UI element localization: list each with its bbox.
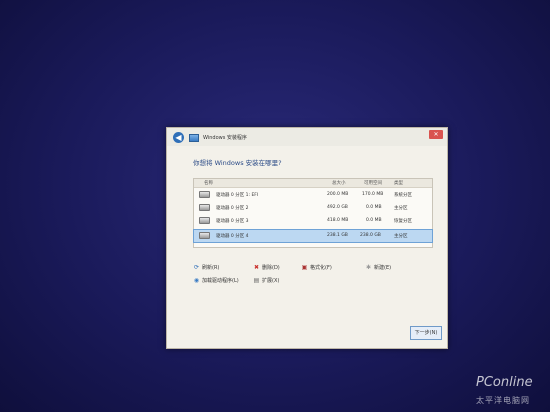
- new-label: 新建(E): [374, 265, 392, 271]
- partition-type: 恢复分区: [394, 219, 412, 224]
- hard-disk-icon: [199, 217, 210, 224]
- windows-setup-icon: [189, 134, 199, 142]
- column-type: 类型: [394, 181, 403, 186]
- partition-name: 驱动器 0 分区 3: [216, 219, 249, 224]
- back-button[interactable]: ◀: [173, 132, 184, 143]
- partition-free: 170.0 MB: [362, 192, 384, 197]
- partition-total: 492.0 GB: [327, 205, 348, 210]
- watermark-subtitle: 太平洋电脑网: [476, 396, 530, 405]
- table-header: 名称 总大小 可用空间 类型: [194, 179, 432, 188]
- format-label: 格式化(F): [310, 265, 332, 271]
- partition-name: 驱动器 0 分区 4: [216, 234, 249, 239]
- refresh-button[interactable]: ⟳ 刷新(R): [193, 264, 219, 271]
- load-driver-label: 加载驱动程序(L): [202, 278, 239, 284]
- delete-icon: ✖: [253, 264, 260, 271]
- page-heading: 你想将 Windows 安装在哪里?: [193, 159, 282, 167]
- load-driver-icon: ◉: [193, 277, 200, 284]
- delete-label: 删除(D): [262, 265, 280, 271]
- format-button[interactable]: ▣ 格式化(F): [301, 264, 332, 271]
- partition-total: 200.0 MB: [327, 192, 349, 197]
- column-name: 名称: [204, 181, 213, 186]
- title-bar: ◀ Windows 安装程序 ✕: [167, 128, 447, 146]
- table-row[interactable]: 驱动器 0 分区 1: EFI 200.0 MB 170.0 MB 系统分区: [194, 189, 432, 201]
- partition-free: 0.0 MB: [366, 218, 382, 223]
- hard-disk-icon: [199, 232, 210, 239]
- watermark-logo: PConline: [476, 375, 533, 390]
- partition-table: 名称 总大小 可用空间 类型 驱动器 0 分区 1: EFI 200.0 MB …: [193, 178, 433, 248]
- extend-label: 扩展(X): [262, 278, 280, 284]
- table-row-selected[interactable]: 驱动器 0 分区 4 238.1 GB 238.0 GB 主分区: [193, 229, 433, 243]
- table-row[interactable]: 驱动器 0 分区 3 418.0 MB 0.0 MB 恢复分区: [194, 215, 432, 227]
- column-free: 可用空间: [364, 181, 382, 186]
- table-row[interactable]: 驱动器 0 分区 2 492.0 GB 0.0 MB 主分区: [194, 202, 432, 214]
- extend-button[interactable]: ▤ 扩展(X): [253, 277, 280, 284]
- partition-total: 238.1 GB: [327, 233, 348, 238]
- partition-name: 驱动器 0 分区 2: [216, 206, 249, 211]
- watermark: PConline 太平洋电脑网: [470, 375, 546, 409]
- refresh-label: 刷新(R): [202, 265, 220, 271]
- partition-type: 主分区: [394, 206, 408, 211]
- load-driver-button[interactable]: ◉ 加载驱动程序(L): [193, 277, 239, 284]
- window-title: Windows 安装程序: [203, 135, 247, 141]
- partition-type: 主分区: [394, 234, 408, 239]
- new-button[interactable]: ✱ 新建(E): [365, 264, 391, 271]
- extend-icon: ▤: [253, 277, 260, 284]
- refresh-icon: ⟳: [193, 264, 200, 271]
- partition-free: 238.0 GB: [360, 233, 381, 238]
- setup-window: ◀ Windows 安装程序 ✕ 你想将 Windows 安装在哪里? 名称 总…: [166, 127, 448, 349]
- partition-actions: ⟳ 刷新(R) ✖ 删除(D) ▣ 格式化(F) ✱ 新建(E) ◉ 加载驱动程序(L) …: [193, 264, 433, 296]
- partition-type: 系统分区: [394, 193, 412, 198]
- column-total: 总大小: [332, 181, 346, 186]
- new-partition-icon: ✱: [365, 264, 372, 271]
- close-button[interactable]: ✕: [429, 130, 443, 139]
- delete-button[interactable]: ✖ 删除(D): [253, 264, 280, 271]
- hard-disk-icon: [199, 191, 210, 198]
- partition-free: 0.0 MB: [366, 205, 382, 210]
- partition-name: 驱动器 0 分区 1: EFI: [216, 193, 259, 198]
- hard-disk-icon: [199, 204, 210, 211]
- format-icon: ▣: [301, 264, 308, 271]
- next-button[interactable]: 下一步(N): [410, 326, 442, 340]
- partition-total: 418.0 MB: [327, 218, 349, 223]
